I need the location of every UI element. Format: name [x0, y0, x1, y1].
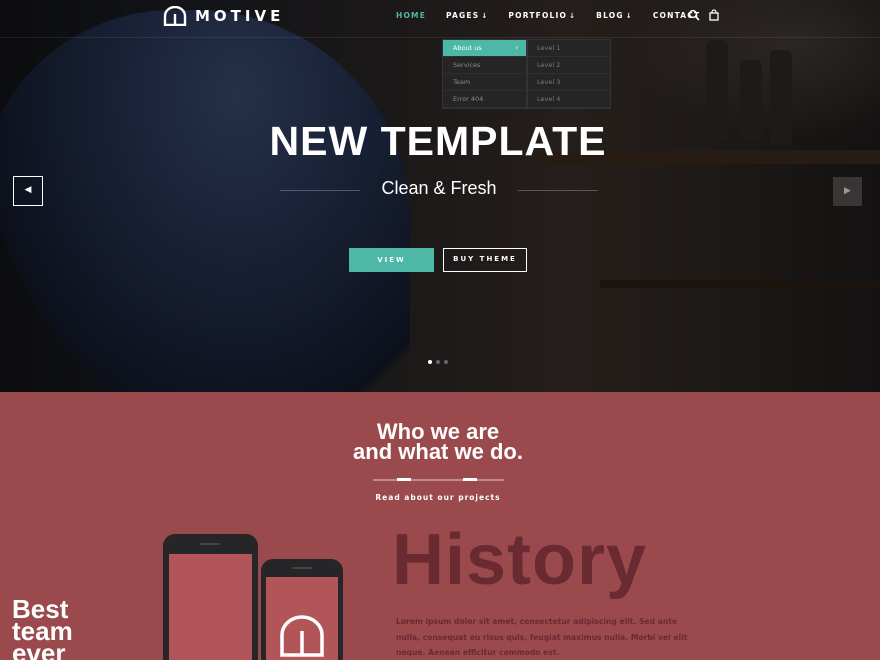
divider-segment: [397, 478, 411, 481]
chevron-down-icon: ↓: [625, 12, 633, 20]
section-title: Who we are and what we do.: [0, 421, 876, 464]
hero-subtitle-block: Clean & Fresh: [280, 176, 598, 204]
phone-tagline: Best team ever: [12, 596, 73, 660]
chevron-down-icon: ↓: [481, 12, 489, 20]
main-menu: HOME PAGES ↓ PORTFOLIO ↓ BLOG ↓ CONTACT: [396, 11, 720, 20]
section-divider: [373, 478, 504, 481]
slider-dot[interactable]: [444, 360, 448, 364]
dropdown-item-about-us[interactable]: About us ›: [443, 40, 526, 57]
slider-dot[interactable]: [428, 360, 432, 364]
history-text: Lorem ipsum dolor sit amet, consectetur …: [396, 617, 688, 657]
nav-item-label: BLOG: [596, 11, 624, 20]
slider-dot[interactable]: [436, 360, 440, 364]
chevron-right-icon: ›: [515, 44, 518, 52]
hero-title: NEW TEMPLATE: [269, 118, 607, 164]
hero-line-right: [518, 190, 598, 191]
submenu-item-level-3[interactable]: Level 3: [528, 74, 610, 91]
history-heading: History: [392, 520, 648, 600]
phone-screen: [169, 554, 252, 660]
pages-dropdown: About us › Services Team Error 404: [442, 39, 527, 109]
slider-next-button[interactable]: ▶: [833, 177, 862, 206]
nav-item-blog[interactable]: BLOG ↓: [596, 11, 633, 20]
about-section: Who we are and what we do. Read about ou…: [0, 392, 880, 660]
dropdown-item-team[interactable]: Team: [443, 74, 526, 91]
cart-icon[interactable]: [708, 9, 720, 21]
nav-icons: [688, 9, 720, 21]
nav-item-label: PAGES: [446, 11, 480, 20]
buy-theme-button[interactable]: BUY THEME: [443, 248, 527, 272]
nav-item-label: PORTFOLIO: [508, 11, 568, 20]
nav-item-pages[interactable]: PAGES ↓: [446, 11, 488, 20]
nav-item-label: HOME: [396, 11, 427, 20]
phone-mockup-small: [261, 559, 343, 660]
brand-logo[interactable]: MOTIVE: [163, 6, 284, 26]
brand-name: MOTIVE: [195, 7, 285, 25]
submenu-item-level-1[interactable]: Level 1: [528, 40, 610, 57]
slider-pagination: [428, 360, 448, 364]
search-icon[interactable]: [688, 9, 700, 21]
phone-speaker: [200, 543, 220, 545]
arrow-left-icon: ◀: [24, 185, 32, 195]
divider-segment: [463, 478, 477, 481]
submenu-item-level-2[interactable]: Level 2: [528, 57, 610, 74]
slider-prev-button[interactable]: ◀: [13, 176, 43, 206]
dropdown-item-services[interactable]: Services: [443, 57, 526, 74]
logo-icon: [280, 615, 324, 657]
logo-icon: [163, 6, 187, 26]
dropdown-item-label: About us: [453, 44, 482, 52]
phone-tagline-line-3: ever: [12, 638, 66, 660]
hero-slider: NEW TEMPLATE Clean & Fresh VIEW BUY THEM…: [0, 0, 880, 392]
phone-speaker: [292, 567, 312, 569]
arrow-right-icon: ▶: [844, 186, 851, 196]
hero-subtitle: Clean & Fresh: [381, 178, 497, 198]
submenu-item-level-4[interactable]: Level 4: [528, 91, 610, 108]
about-submenu: Level 1 Level 2 Level 3 Level 4: [527, 39, 611, 109]
dropdown-item-error-404[interactable]: Error 404: [443, 91, 526, 108]
nav-item-portfolio[interactable]: PORTFOLIO ↓: [508, 11, 576, 20]
view-button[interactable]: VIEW: [349, 248, 434, 272]
read-projects-link[interactable]: Read about our projects: [0, 493, 876, 502]
nav-item-home[interactable]: HOME: [396, 11, 426, 20]
phone-screen: [266, 577, 338, 660]
top-navigation: MOTIVE HOME PAGES ↓ PORTFOLIO ↓ BLOG ↓ CONT…: [0, 0, 880, 38]
phone-mockup-large: [163, 534, 258, 660]
chevron-down-icon: ↓: [569, 12, 577, 20]
section-title-line-2: and what we do.: [353, 439, 523, 464]
